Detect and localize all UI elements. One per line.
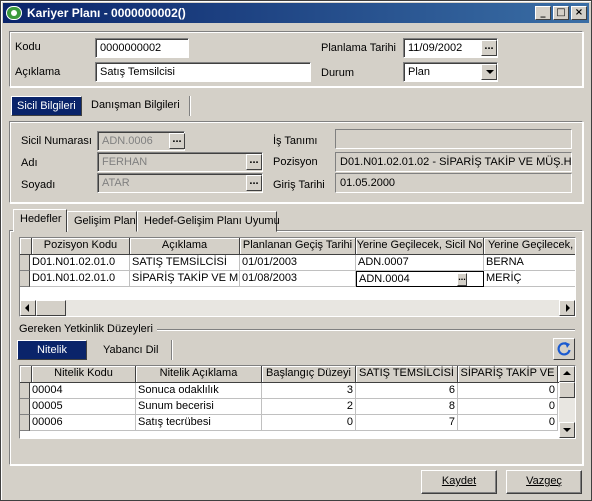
- soyadi-lookup-button[interactable]: ...: [246, 175, 262, 191]
- scroll-right-icon[interactable]: [559, 300, 575, 316]
- maximize-button[interactable]: □: [553, 6, 569, 20]
- tab-danisman-bilgileri[interactable]: Danışman Bilgileri: [85, 96, 186, 114]
- table-cell[interactable]: MERİÇ: [484, 271, 575, 287]
- tab-separator: [171, 340, 172, 360]
- column-header[interactable]: Nitelik Açıklama: [136, 366, 262, 383]
- column-header[interactable]: Yerine Geçilecek, Ad: [484, 238, 575, 255]
- tab-sicil-bilgileri[interactable]: Sicil Bilgileri: [11, 96, 82, 116]
- aciklama-field[interactable]: Satış Temsilcisi: [95, 62, 311, 82]
- refresh-icon: [557, 342, 571, 356]
- sicil-lookup-button[interactable]: ...: [169, 133, 185, 149]
- giris-tarihi-field: 01.05.2000: [335, 173, 572, 193]
- scroll-left-icon[interactable]: [20, 300, 36, 316]
- table-cell[interactable]: 00006: [30, 415, 136, 431]
- table-cell[interactable]: Sonuca odaklılık: [136, 383, 262, 399]
- app-eye-icon: [6, 6, 22, 20]
- column-header[interactable]: Nitelik Kodu: [32, 366, 136, 383]
- column-header[interactable]: Planlanan Geçiş Tarihi: [240, 238, 356, 255]
- pozisyon-field: D01.N01.02.01.02 - SİPARİŞ TAKİP VE MÜŞ.…: [335, 152, 572, 172]
- soyadi-label: Soyadı: [21, 179, 56, 191]
- table-cell[interactable]: 8: [356, 399, 458, 415]
- kodu-label: Kodu: [15, 41, 41, 53]
- vazgec-button[interactable]: Vazgeç: [506, 470, 582, 494]
- column-header[interactable]: SATIŞ TEMSİLCİSİ: [356, 366, 458, 383]
- tab-yabanci-dil[interactable]: Yabancı Dil: [97, 341, 164, 359]
- row-indicator[interactable]: [20, 271, 30, 287]
- grid-corner: [20, 238, 32, 255]
- nitelik-grid[interactable]: Nitelik Kodu Nitelik Açıklama Başlangıç …: [19, 365, 576, 439]
- grid-corner: [20, 366, 32, 383]
- is-tanimi-label: İş Tanımı: [273, 135, 318, 147]
- date-picker-button[interactable]: ...: [481, 40, 497, 56]
- table-cell[interactable]: 0: [458, 383, 558, 399]
- table-cell[interactable]: ADN.0007: [356, 255, 484, 271]
- adi-field: FERHAN: [97, 152, 263, 172]
- scroll-down-icon[interactable]: [559, 422, 575, 438]
- table-cell[interactable]: 00004: [30, 383, 136, 399]
- kariyer-plani-window: Kariyer Planı - 0000000002() _ □ × Kodu …: [0, 0, 592, 501]
- table-cell[interactable]: BERNA: [484, 255, 575, 271]
- table-cell[interactable]: 7: [356, 415, 458, 431]
- adi-lookup-button[interactable]: ...: [246, 154, 262, 170]
- table-cell[interactable]: 00005: [30, 399, 136, 415]
- sicil-numarasi-label: Sicil Numarası: [21, 135, 92, 147]
- cell-lookup-button[interactable]: ...: [457, 273, 467, 286]
- table-cell[interactable]: Sunum becerisi: [136, 399, 262, 415]
- refresh-button[interactable]: [553, 338, 575, 360]
- giris-tarihi-label: Giriş Tarihi: [273, 179, 325, 191]
- table-cell[interactable]: Satış tecrübesi: [136, 415, 262, 431]
- column-header[interactable]: Pozisyon Kodu: [32, 238, 130, 255]
- hedef-grid[interactable]: Pozisyon Kodu Açıklama Planlanan Geçiş T…: [19, 237, 576, 317]
- column-header[interactable]: Yerine Geçilecek, Sicil No: [356, 238, 484, 255]
- tab-hedef-gelisim-uyumu[interactable]: Hedef-Gelişim Planı Uyumu: [137, 211, 280, 232]
- aciklama-label: Açıklama: [15, 66, 61, 78]
- group-divider: [157, 329, 575, 331]
- table-cell[interactable]: SATIŞ TEMSİLCİSİ: [130, 255, 240, 271]
- table-cell[interactable]: 2: [262, 399, 356, 415]
- column-header[interactable]: Başlangıç Düzeyi: [262, 366, 356, 383]
- row-indicator[interactable]: [20, 399, 30, 415]
- adi-label: Adı: [21, 157, 38, 169]
- table-cell[interactable]: D01.N01.02.01.0: [30, 255, 130, 271]
- durum-label: Durum: [321, 67, 355, 79]
- table-cell[interactable]: 0: [458, 399, 558, 415]
- tab-hedefler[interactable]: Hedefler: [13, 209, 67, 232]
- horizontal-scrollbar[interactable]: [20, 300, 575, 316]
- title-bar[interactable]: Kariyer Planı - 0000000002() _ □ ×: [3, 3, 589, 23]
- table-cell[interactable]: 01/08/2003: [240, 271, 356, 287]
- soyadi-field: ATAR: [97, 173, 263, 193]
- scroll-thumb[interactable]: [36, 300, 66, 316]
- table-cell[interactable]: SİPARİŞ TAKİP VE MÜŞ: [130, 271, 240, 287]
- table-cell[interactable]: 01/01/2003: [240, 255, 356, 271]
- column-header[interactable]: Açıklama: [130, 238, 240, 255]
- row-indicator[interactable]: [20, 383, 30, 399]
- vertical-scrollbar[interactable]: [559, 366, 575, 438]
- kodu-field[interactable]: 0000000002: [95, 38, 189, 58]
- scroll-up-icon[interactable]: [559, 366, 575, 382]
- table-cell[interactable]: 6: [356, 383, 458, 399]
- table-cell[interactable]: 0: [458, 415, 558, 431]
- yetkinlik-group-label: Gereken Yetkinlik Düzeyleri: [19, 323, 153, 335]
- planlama-tarihi-label: Planlama Tarihi: [321, 42, 397, 54]
- is-tanimi-field: [335, 129, 572, 149]
- tab-separator: [189, 96, 190, 116]
- minimize-button[interactable]: _: [535, 6, 551, 20]
- table-cell[interactable]: 0: [262, 415, 356, 431]
- tab-gelisim-plani[interactable]: Gelişim Planı: [67, 211, 139, 232]
- row-indicator[interactable]: [20, 415, 30, 431]
- pozisyon-label: Pozisyon: [273, 156, 318, 168]
- tab-nitelik[interactable]: Nitelik: [17, 340, 87, 360]
- close-button[interactable]: ×: [571, 6, 587, 20]
- table-cell[interactable]: D01.N01.02.01.0: [30, 271, 130, 287]
- window-title: Kariyer Planı - 0000000002(): [27, 6, 186, 20]
- row-indicator[interactable]: [20, 255, 30, 271]
- table-cell[interactable]: 3: [262, 383, 356, 399]
- kaydet-button[interactable]: Kaydet: [421, 470, 497, 494]
- chevron-down-icon[interactable]: [481, 64, 497, 80]
- scroll-thumb[interactable]: [559, 382, 575, 398]
- column-header[interactable]: SİPARİŞ TAKİP VE: [458, 366, 558, 383]
